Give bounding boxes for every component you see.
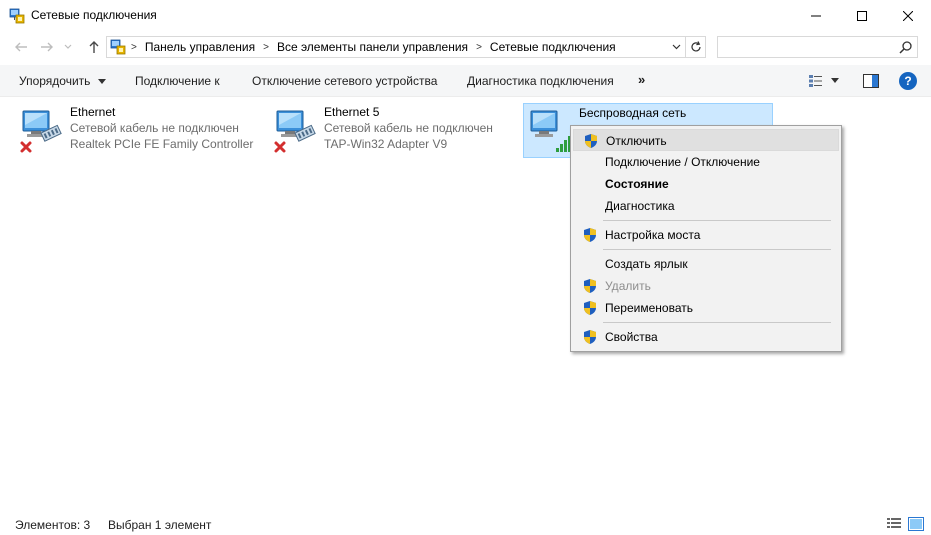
menu-item-disable[interactable]: Отключить — [573, 129, 839, 151]
refresh-button[interactable] — [686, 36, 706, 58]
minimize-icon — [811, 15, 821, 16]
organize-label: Упорядочить — [19, 74, 91, 88]
change-view-button[interactable] — [807, 72, 825, 90]
address-dropdown-button[interactable] — [667, 37, 685, 57]
preview-pane-button[interactable] — [862, 72, 880, 90]
breadcrumb-separator: > — [131, 41, 137, 53]
refresh-icon — [690, 41, 701, 52]
uac-shield-icon — [584, 301, 596, 315]
breadcrumb-network-connections[interactable]: Сетевые подключения — [490, 40, 616, 54]
menu-item-label: Удалить — [605, 279, 651, 293]
up-button[interactable] — [84, 37, 104, 57]
menu-item-label: Отключить — [606, 134, 667, 148]
uac-shield-icon — [584, 228, 596, 242]
view-details-icon — [809, 75, 822, 87]
menu-item-rename[interactable]: Переименовать — [573, 297, 839, 319]
menu-item-label: Создать ярлык — [605, 257, 688, 271]
maximize-button[interactable] — [839, 0, 885, 31]
menu-item-status[interactable]: Состояние — [573, 173, 839, 195]
network-connections-icon — [9, 8, 25, 24]
diagnose-button[interactable]: Диагностика подключения — [467, 74, 614, 88]
uac-shield-icon — [584, 279, 596, 293]
breadcrumb: > Панель управления > Все элементы панел… — [131, 40, 616, 54]
menu-item-label: Состояние — [605, 177, 669, 191]
arrow-up-icon — [89, 41, 99, 53]
connect-to-button[interactable]: Подключение к — [135, 74, 220, 88]
uac-shield-icon — [585, 134, 597, 148]
chevron-down-icon — [672, 44, 680, 50]
minimize-button[interactable] — [793, 0, 839, 31]
network-adapter-disconnected-icon — [19, 107, 67, 155]
menu-item-bridge[interactable]: Настройка моста — [573, 224, 839, 246]
more-commands-button[interactable]: » — [638, 72, 645, 87]
menu-item-label: Диагностика — [605, 199, 675, 213]
close-icon — [903, 10, 913, 21]
navigation-bar: > Панель управления > Все элементы панел… — [0, 33, 931, 61]
menu-item-label: Переименовать — [605, 301, 693, 315]
connection-item-ethernet[interactable]: Ethernet Сетевой кабель не подключен Rea… — [15, 103, 265, 158]
menu-separator — [603, 322, 831, 323]
arrow-right-icon — [41, 42, 53, 52]
arrow-left-icon — [15, 42, 27, 52]
wireless-adapter-icon — [528, 108, 576, 156]
connection-adapter: Realtek PCIe FE Family Controller — [70, 137, 254, 151]
connection-name: Ethernet — [70, 105, 116, 119]
large-icons-view-button[interactable] — [908, 517, 924, 531]
search-input[interactable] — [722, 39, 892, 55]
details-view-button[interactable] — [886, 517, 902, 531]
chevron-down-icon — [64, 44, 72, 49]
details-view-icon — [887, 518, 901, 528]
connection-adapter: TAP-Win32 Adapter V9 — [324, 137, 448, 151]
back-button[interactable] — [11, 37, 31, 57]
search-icon — [899, 41, 912, 54]
menu-separator — [603, 249, 831, 250]
menu-item-create-shortcut[interactable]: Создать ярлык — [573, 253, 839, 275]
disable-device-button[interactable]: Отключение сетевого устройства — [252, 74, 437, 88]
preview-pane-icon — [863, 74, 879, 88]
menu-item-properties[interactable]: Свойства — [573, 326, 839, 348]
uac-shield-icon — [584, 330, 596, 344]
breadcrumb-separator[interactable]: > — [476, 42, 482, 53]
menu-separator — [603, 220, 831, 221]
breadcrumb-separator[interactable]: > — [263, 42, 269, 53]
title-bar: Сетевые подключения — [0, 0, 931, 31]
selection-count: Выбран 1 элемент — [108, 518, 212, 532]
status-bar: Элементов: 3 Выбран 1 элемент — [0, 512, 931, 535]
maximize-icon — [857, 10, 867, 21]
control-panel-icon — [110, 39, 126, 55]
large-icons-view-icon — [908, 517, 924, 531]
connection-status: Сетевой кабель не подключен — [70, 121, 239, 135]
context-menu: Отключить Подключение / Отключение Состо… — [570, 125, 842, 352]
menu-item-label: Подключение / Отключение — [605, 155, 760, 169]
caret-down-icon — [831, 78, 839, 83]
close-button[interactable] — [885, 0, 931, 31]
breadcrumb-control-panel[interactable]: Панель управления — [145, 40, 255, 54]
menu-item-delete: Удалить — [573, 275, 839, 297]
menu-item-connect-disconnect[interactable]: Подключение / Отключение — [573, 151, 839, 173]
window-title: Сетевые подключения — [31, 8, 157, 22]
organize-button[interactable]: Упорядочить — [19, 74, 106, 88]
forward-button[interactable] — [37, 37, 57, 57]
caret-down-icon — [97, 79, 106, 84]
connection-item-ethernet-5[interactable]: Ethernet 5 Сетевой кабель не подключен T… — [269, 103, 519, 158]
menu-item-diagnose[interactable]: Диагностика — [573, 195, 839, 217]
menu-item-label: Настройка моста — [605, 228, 701, 242]
recent-locations-button[interactable] — [61, 37, 75, 57]
connection-status: Сетевой кабель не подключен — [324, 121, 493, 135]
menu-item-label: Свойства — [605, 330, 658, 344]
breadcrumb-all-items[interactable]: Все элементы панели управления — [277, 40, 468, 54]
view-options-dropdown[interactable] — [829, 72, 841, 90]
connection-name: Беспроводная сеть — [579, 106, 687, 120]
item-count: Элементов: 3 — [15, 518, 91, 532]
command-bar: Упорядочить Подключение к Отключение сет… — [0, 65, 931, 97]
network-adapter-disconnected-icon — [273, 107, 321, 155]
connection-name: Ethernet 5 — [324, 105, 380, 119]
help-button[interactable]: ? — [899, 72, 917, 90]
search-box[interactable] — [717, 36, 918, 58]
address-bar[interactable]: > Панель управления > Все элементы панел… — [106, 36, 686, 58]
